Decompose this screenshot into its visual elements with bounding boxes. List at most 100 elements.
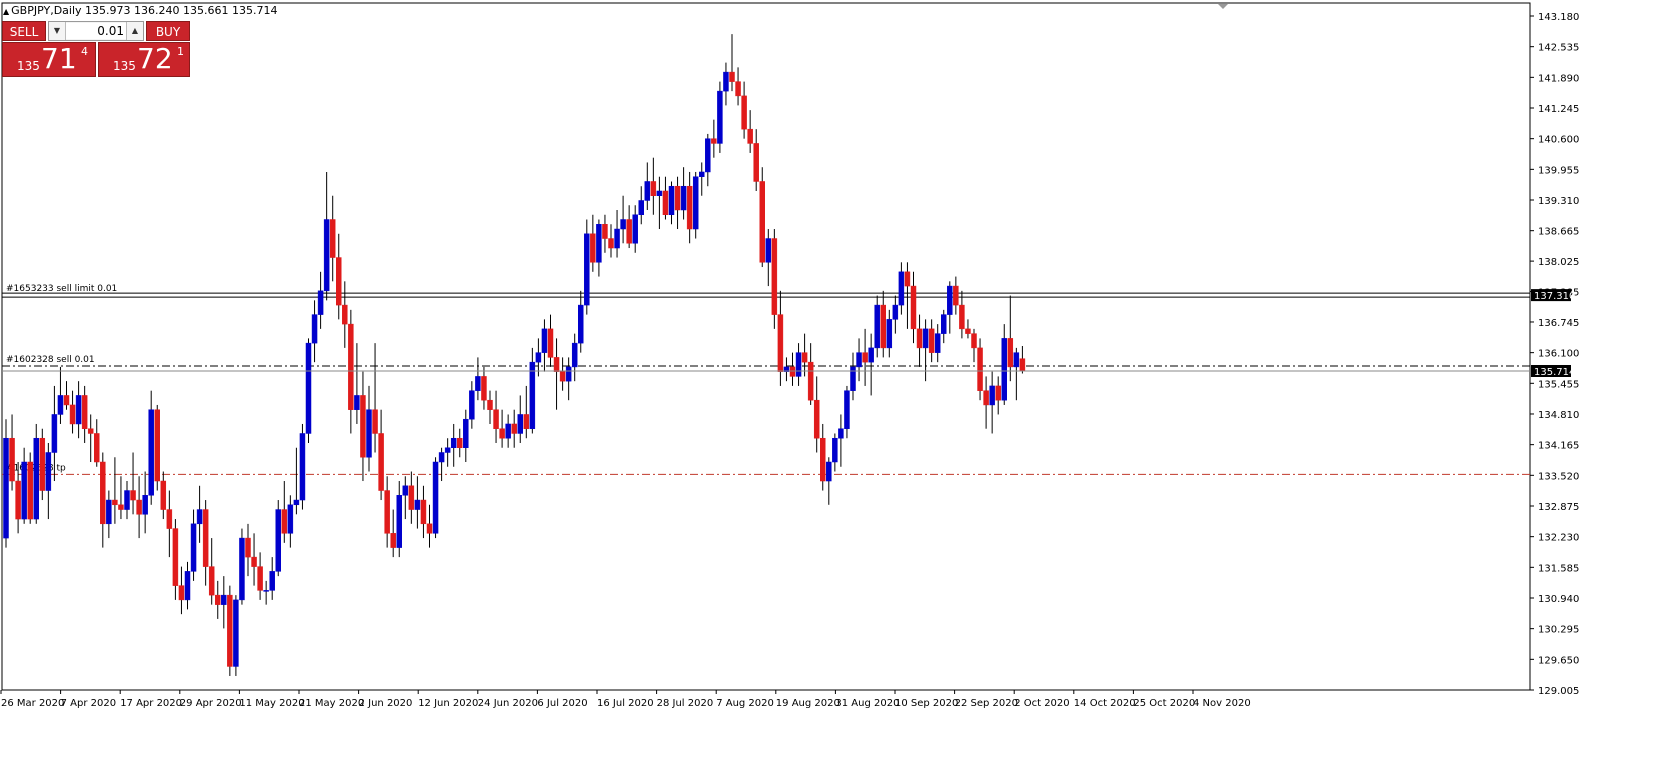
time-tick-label: 14 Oct 2020 xyxy=(1074,698,1136,709)
bull-candle xyxy=(717,90,723,144)
bear-candle xyxy=(202,509,209,567)
bear-candle xyxy=(118,504,124,510)
bull-candle xyxy=(850,366,856,391)
bear-candle xyxy=(154,409,160,482)
bull-candle xyxy=(21,461,27,520)
chart-frame xyxy=(1,2,1531,691)
bear-candle xyxy=(674,185,681,211)
bear-candle xyxy=(130,490,136,501)
time-tick-label: 28 Jul 2020 xyxy=(657,698,714,709)
sell-button[interactable]: SELL xyxy=(2,21,46,41)
bear-candle xyxy=(789,366,796,377)
time-tick-label: 16 Jul 2020 xyxy=(597,698,654,709)
bull-candle xyxy=(596,224,602,263)
bear-candle xyxy=(662,190,669,216)
bear-candle xyxy=(590,233,596,263)
bear-candle xyxy=(15,480,21,520)
lot-decrease-icon[interactable]: ▼ xyxy=(49,22,66,40)
bear-candle xyxy=(965,328,971,334)
price-tick-label: 138.025 xyxy=(1538,257,1579,268)
bear-candle xyxy=(910,285,917,330)
bull-candle xyxy=(517,414,523,434)
price-tick-label: 131.585 xyxy=(1538,563,1579,574)
sell-price-fraction: 4 xyxy=(81,45,88,58)
bull-candle xyxy=(874,304,880,349)
lot-increase-icon[interactable]: ▲ xyxy=(126,22,143,40)
bear-candle xyxy=(820,437,826,482)
bear-candle xyxy=(928,328,935,353)
bear-candle xyxy=(481,376,487,401)
price-tick-label: 134.810 xyxy=(1538,410,1579,421)
bull-candle xyxy=(269,571,275,591)
time-tick-label: 19 Aug 2020 xyxy=(776,698,840,709)
price-tick-label: 136.100 xyxy=(1538,349,1579,360)
bull-candle xyxy=(699,171,705,177)
bear-candle xyxy=(801,352,808,363)
bull-candle xyxy=(275,509,281,572)
bear-candle xyxy=(281,509,288,534)
bull-candle xyxy=(898,271,905,306)
price-tick-label: 133.520 xyxy=(1538,471,1579,482)
bear-candle xyxy=(63,395,70,406)
bear-candle xyxy=(602,224,608,239)
time-tick-label: 10 Sep 2020 xyxy=(895,698,958,709)
bull-candle xyxy=(233,599,239,667)
bull-candle xyxy=(311,314,318,344)
bull-candle xyxy=(469,390,475,420)
bear-candle xyxy=(711,138,717,144)
time-tick-label: 29 Apr 2020 xyxy=(180,698,242,709)
bear-candle xyxy=(880,304,886,349)
bull-candle xyxy=(402,485,409,496)
bear-candle xyxy=(608,238,614,249)
bull-candle xyxy=(75,395,82,425)
bear-candle xyxy=(69,404,76,425)
sell-price-pips: 71 xyxy=(41,42,77,75)
bull-candle xyxy=(656,190,663,196)
sell-price-box[interactable]: 135 71 4 xyxy=(2,42,96,77)
price-chart[interactable]: 143.180 142.535 141.890 141.245 140.600 139.9… xyxy=(0,0,1680,767)
time-tick-label: 7 Apr 2020 xyxy=(61,698,116,709)
bear-candle xyxy=(457,437,463,448)
bear-candle xyxy=(904,271,911,287)
bull-candle xyxy=(414,499,421,510)
bull-candle xyxy=(263,590,269,592)
bear-candle xyxy=(499,428,505,439)
bear-candle xyxy=(360,395,366,458)
bear-candle xyxy=(372,409,378,434)
time-tick-label: 17 Apr 2020 xyxy=(120,698,182,709)
bull-candle xyxy=(947,285,953,315)
candlestick-chart[interactable]: 143.180 142.535 141.890 141.245 140.600 139.9… xyxy=(0,0,1680,767)
bull-candle xyxy=(317,290,324,315)
bear-candle xyxy=(753,143,759,182)
time-tick-label: 4 Nov 2020 xyxy=(1193,698,1251,709)
bear-candle xyxy=(87,428,94,434)
chart-header: ▲ GBPJPY,Daily 135.973 136.240 135.661 13… xyxy=(3,4,277,17)
bull-candle xyxy=(922,328,929,349)
bear-candle xyxy=(112,499,118,506)
bull-candle xyxy=(221,594,227,605)
buy-price-box[interactable]: 135 72 1 xyxy=(98,42,190,77)
bear-candle xyxy=(100,461,106,525)
bull-candle xyxy=(541,328,548,353)
collapse-triangle-icon[interactable]: ▲ xyxy=(3,7,9,16)
bull-candle xyxy=(1001,338,1007,401)
price-tick-label: 139.955 xyxy=(1538,165,1579,176)
bear-candle xyxy=(511,423,517,434)
price-tick-label: 130.940 xyxy=(1538,594,1579,605)
bull-candle xyxy=(287,504,294,534)
bear-candle xyxy=(160,480,167,510)
bull-candle xyxy=(293,499,300,506)
bull-candle xyxy=(142,495,148,515)
bear-candle xyxy=(251,556,257,567)
bull-candle xyxy=(795,352,802,377)
bull-candle xyxy=(578,304,584,344)
bear-candle xyxy=(553,357,560,372)
lot-size-input[interactable] xyxy=(66,23,126,39)
time-tick-label: 24 Jun 2020 xyxy=(478,698,538,709)
buy-button[interactable]: BUY xyxy=(146,21,190,41)
time-tick-label: 26 Mar 2020 xyxy=(1,698,64,709)
bear-candle xyxy=(257,566,263,591)
current-price-tag-text: 135.714 xyxy=(1534,367,1575,378)
bear-candle xyxy=(741,95,747,130)
bear-candle xyxy=(547,328,554,358)
